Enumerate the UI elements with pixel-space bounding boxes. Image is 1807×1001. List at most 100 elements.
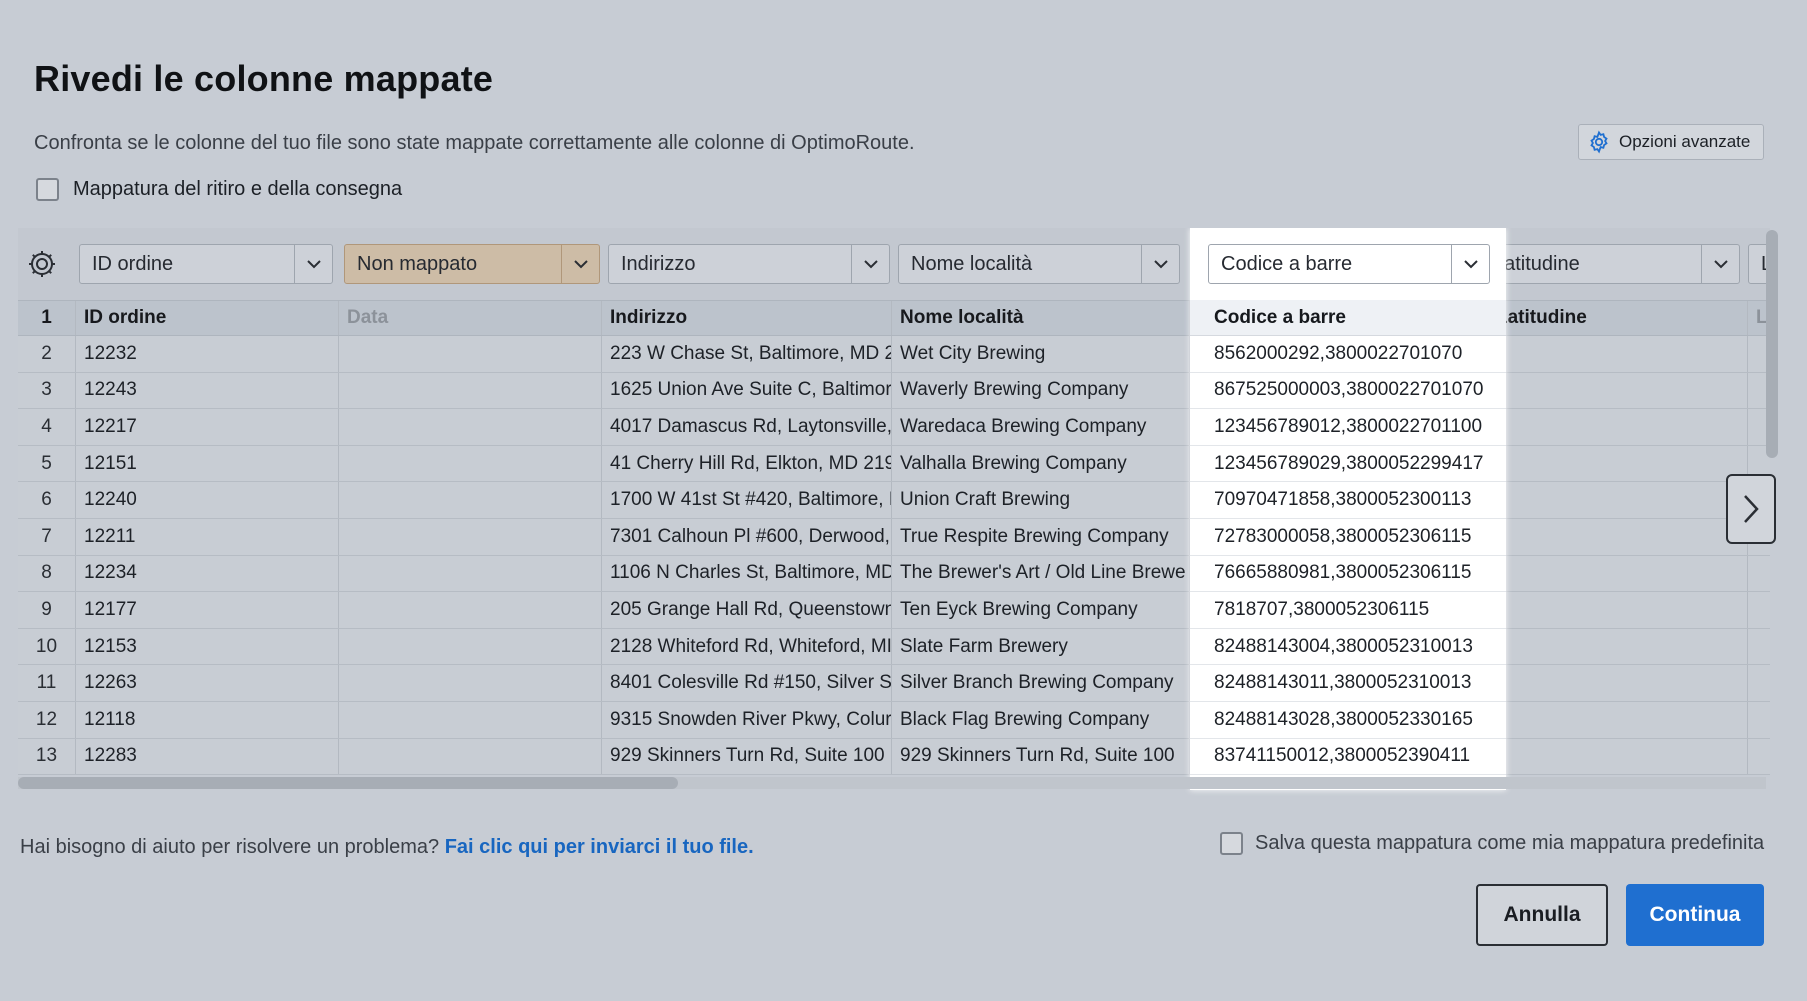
table-row: 2 12232 223 W Chase St, Baltimore, MD 2 Wet… (18, 336, 1770, 373)
table-row: 5 12151 41 Cherry Hill Rd, Elkton, MD 219 V… (18, 445, 1770, 483)
row-number: 13 (18, 738, 76, 775)
gear-icon (1590, 130, 1608, 154)
table-cell: 12283 (76, 738, 339, 775)
barcode-cell: 867525000003,3800022701070 (1190, 373, 1506, 410)
chevron-down-icon (851, 245, 889, 283)
table-cell (339, 519, 602, 555)
header-cell: Codice a barre (1190, 300, 1506, 336)
table-cell: Waverly Brewing Company (892, 372, 1190, 409)
table-cell (1748, 702, 1770, 738)
table-cell: 12153 (76, 628, 339, 665)
table-cell (339, 372, 602, 409)
pickup-delivery-label: Mappatura del ritiro e della consegna (73, 178, 403, 200)
chevron-right-icon (1744, 495, 1759, 523)
chevron-down-icon (1141, 245, 1179, 283)
table-cell: 8401 Colesville Rd #150, Silver S (602, 665, 892, 701)
send-file-link[interactable]: Fai clic qui per inviarci il tuo file. (445, 836, 754, 858)
column-select-4[interactable]: Nome località (898, 244, 1180, 284)
table-cell: 12118 (76, 702, 339, 738)
table-cell (1748, 665, 1770, 701)
table-cell (1488, 555, 1748, 592)
column-select-1[interactable]: ID ordine (79, 244, 333, 284)
row-number: 1 (18, 301, 76, 335)
barcode-cell: 123456789029,3800052299417 (1190, 446, 1506, 483)
scroll-right-button[interactable] (1726, 474, 1776, 544)
table-cell: Black Flag Brewing Company (892, 702, 1190, 738)
table-cell (1488, 336, 1748, 372)
table-cell: Waredaca Brewing Company (892, 409, 1190, 445)
header-cell: Indirizzo (602, 301, 892, 335)
table-cell (339, 738, 602, 775)
column-select-5[interactable]: Codice a barre (1208, 244, 1490, 284)
header-cell: Nome località (892, 301, 1190, 335)
vertical-scrollbar[interactable] (1766, 230, 1778, 458)
table-row: 4 12217 4017 Damascus Rd, Laytonsville, War… (18, 409, 1770, 446)
column-mapping-row: ID ordine Non mappato Indirizzo Nome loc… (18, 228, 1770, 300)
row-number: 3 (18, 372, 76, 409)
table-cell (1748, 592, 1770, 628)
column-select-value: Latitudine (1493, 252, 1580, 275)
table-cell (339, 665, 602, 701)
save-default-checkbox[interactable] (1220, 832, 1243, 855)
table-cell: Wet City Brewing (892, 336, 1190, 372)
column-select-3[interactable]: Indirizzo (608, 244, 890, 284)
help-text: Hai bisogno di aiuto per risolvere un pr… (20, 836, 754, 859)
table-cell: 4017 Damascus Rd, Laytonsville, (602, 409, 892, 445)
row-number: 10 (18, 628, 76, 665)
table-cell: 205 Grange Hall Rd, Queenstown (602, 592, 892, 628)
header-cell: ID ordine (76, 301, 339, 335)
row-number: 6 (18, 482, 76, 518)
barcode-cell: 123456789012,3800022701100 (1190, 409, 1506, 446)
column-select-6[interactable]: Latitudine (1480, 244, 1740, 284)
table-cell: 223 W Chase St, Baltimore, MD 2 (602, 336, 892, 372)
column-select-2[interactable]: Non mappato (344, 244, 600, 284)
table-row: 8 12234 1106 N Charles St, Baltimore, MD Th… (18, 555, 1770, 593)
continue-button[interactable]: Continua (1626, 884, 1764, 946)
table-cell: 12234 (76, 555, 339, 592)
column-select-value: Codice a barre (1221, 252, 1353, 275)
file-header-row: 1 ID ordine Data Indirizzo Nome località… (18, 300, 1770, 336)
horizontal-scrollbar[interactable] (18, 777, 678, 789)
table-cell: True Respite Brewing Company (892, 519, 1190, 555)
table-cell (1488, 738, 1748, 775)
barcode-cell: 82488143011,3800052310013 (1190, 665, 1506, 702)
barcode-cell: 83741150012,3800052390411 (1190, 739, 1506, 776)
cancel-button[interactable]: Annulla (1476, 884, 1608, 946)
table-cell: 12243 (76, 372, 339, 409)
advanced-options-label: Opzioni avanzate (1619, 132, 1751, 151)
table-cell: 12217 (76, 409, 339, 445)
row-number: 7 (18, 519, 76, 555)
row-number: 4 (18, 409, 76, 445)
table-cell: Valhalla Brewing Company (892, 445, 1190, 482)
row-number: 11 (18, 665, 76, 701)
table-cell (1488, 409, 1748, 445)
row-number: 8 (18, 555, 76, 592)
table-cell (339, 445, 602, 482)
table-cell (1488, 372, 1748, 409)
table-cell: Silver Branch Brewing Company (892, 665, 1190, 701)
table-cell: 929 Skinners Turn Rd, Suite 100 (892, 738, 1190, 775)
header-cell: Data (339, 301, 602, 335)
row-number: 2 (18, 336, 76, 372)
table-cell (339, 555, 602, 592)
table-cell (339, 482, 602, 518)
table-row: 9 12177 205 Grange Hall Rd, Queenstown Ten … (18, 592, 1770, 629)
chevron-down-icon (561, 245, 599, 283)
barcode-cell: 8562000292,3800022701070 (1190, 336, 1506, 373)
table-cell (339, 702, 602, 738)
table-cell: 1625 Union Ave Suite C, Baltimor (602, 372, 892, 409)
table-cell (1748, 739, 1770, 775)
barcode-cell: 7818707,3800052306115 (1190, 592, 1506, 629)
table-cell (1488, 592, 1748, 628)
pickup-delivery-option: Mappatura del ritiro e della consegna (36, 178, 402, 201)
advanced-options-button[interactable]: Opzioni avanzate (1578, 124, 1764, 160)
header-cell: Latitudine (1488, 301, 1748, 335)
table-cell: 12177 (76, 592, 339, 628)
table-cell: 12263 (76, 665, 339, 701)
highlighted-column: Codice a barre Codice a barre 8562000292… (1190, 228, 1506, 790)
table-cell: 1106 N Charles St, Baltimore, MD (602, 555, 892, 592)
mapping-table: ID ordine Non mappato Indirizzo Nome loc… (18, 228, 1770, 796)
page-title: Rivedi le colonne mappate (34, 58, 494, 99)
gear-icon[interactable] (26, 248, 58, 280)
pickup-delivery-checkbox[interactable] (36, 178, 59, 201)
